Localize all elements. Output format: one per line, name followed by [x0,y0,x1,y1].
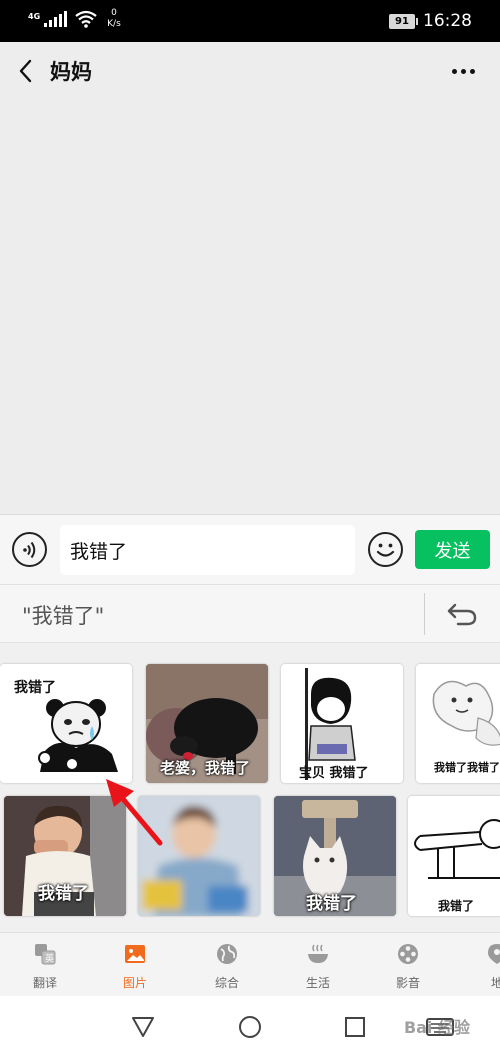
sticker-panel: 我错了 老婆，我错了 宝贝 我错了 我错了我错了 我错了 我错了 我错了 [0,643,500,932]
more-dots-icon [451,68,457,74]
emoji-button[interactable] [368,532,403,567]
message-list[interactable] [0,100,500,514]
status-bar: 4G 0 K/s 91 16:28 [0,0,500,42]
network-speed: 0 K/s [107,8,121,30]
more-button[interactable] [446,58,480,84]
tab-label: 生活 [305,976,330,990]
red-arrow-annotation [106,779,163,846]
bowl-icon [308,944,328,963]
sticker-caption: 老婆，我错了 [160,759,251,777]
divider [424,593,425,635]
speed-value: 0 [111,8,117,18]
tab-label: 翻译 [32,976,57,990]
suggestion-text[interactable]: "我错了" [22,600,104,630]
chat-title: 妈妈 [50,60,92,84]
suggestion-bar: "我错了" [0,584,500,643]
sticker-black-dog[interactable]: 老婆，我错了 [146,664,268,783]
tab-map[interactable]: 地 [462,939,500,993]
sticker-panda[interactable]: 我错了 [0,664,132,783]
sticker-bowing-figure[interactable]: 我错了 [408,796,500,916]
tab-label: 图片 [122,976,147,990]
watermark: Bai 经验 [403,1018,470,1037]
clock: 16:28 [423,11,472,31]
panda-meme-image [38,699,118,772]
sticker-cartoon-boy[interactable]: 宝贝 我错了 [281,664,403,783]
wifi-icon [75,10,97,28]
signal-icon [44,11,68,27]
sticker-caption: 我错了我错了 [434,761,500,774]
globe-icon [217,944,237,964]
system-nav-bar: Bai 经验 [0,996,500,1056]
triangle-back-icon [132,1017,154,1037]
translate-icon: 英 [35,944,56,965]
send-button[interactable]: 发送 [415,530,490,569]
back-button[interactable] [8,52,42,90]
sticker-caption: 宝贝 我错了 [299,766,369,781]
network-type: 4G [28,12,41,21]
sticker-white-dog[interactable]: 我错了我错了 [416,664,500,783]
nav-back-button[interactable] [130,1014,156,1040]
status-right: 91 16:28 [389,11,472,31]
sticker-white-cat[interactable]: 我错了 [274,796,396,916]
tab-label: 地 [490,976,500,990]
sticker-caption: 我错了 [306,894,357,914]
sticker-caption: 我错了 [438,899,475,913]
tab-general[interactable]: 综合 [192,939,262,993]
svg-text:英: 英 [45,953,54,965]
image-icon [125,945,145,963]
input-bar: 发送 [0,514,500,584]
screen: 4G 0 K/s 91 16:28 妈妈 我错了 发送 "我错了" 我错了 老婆… [0,0,500,1056]
film-reel-icon [398,944,418,964]
nav-recents-button[interactable] [342,1014,368,1040]
more-dot [469,68,475,74]
tab-label: 综合 [214,976,239,990]
tab-life[interactable]: 生活 [283,939,353,993]
battery-icon: 91 [389,13,418,29]
nav-home-button[interactable] [237,1014,263,1040]
speed-unit: K/s [107,19,121,29]
tab-images[interactable]: 图片 [100,939,170,993]
tab-label: 影音 [395,976,420,990]
message-input[interactable] [60,525,355,575]
map-pin-icon [488,944,500,964]
chat-header: 妈妈 [0,42,500,100]
chevron-left-icon [19,59,32,83]
more-dot [460,68,466,74]
sticker-caption: 我错了 [38,884,89,904]
undo-icon [447,603,477,626]
square-recents-icon [345,1017,365,1037]
undo-button[interactable] [440,595,484,635]
category-tabs: 英 翻译 图片 综合 生活 影音 地 [0,932,500,996]
status-left: 4G 0 K/s [28,8,121,30]
tab-media[interactable]: 影音 [373,939,443,993]
smiley-icon [376,543,395,557]
voice-icon [22,541,35,558]
tab-translate[interactable]: 英 翻译 [10,939,80,993]
circle-home-icon [239,1016,261,1038]
voice-button[interactable] [12,532,47,567]
